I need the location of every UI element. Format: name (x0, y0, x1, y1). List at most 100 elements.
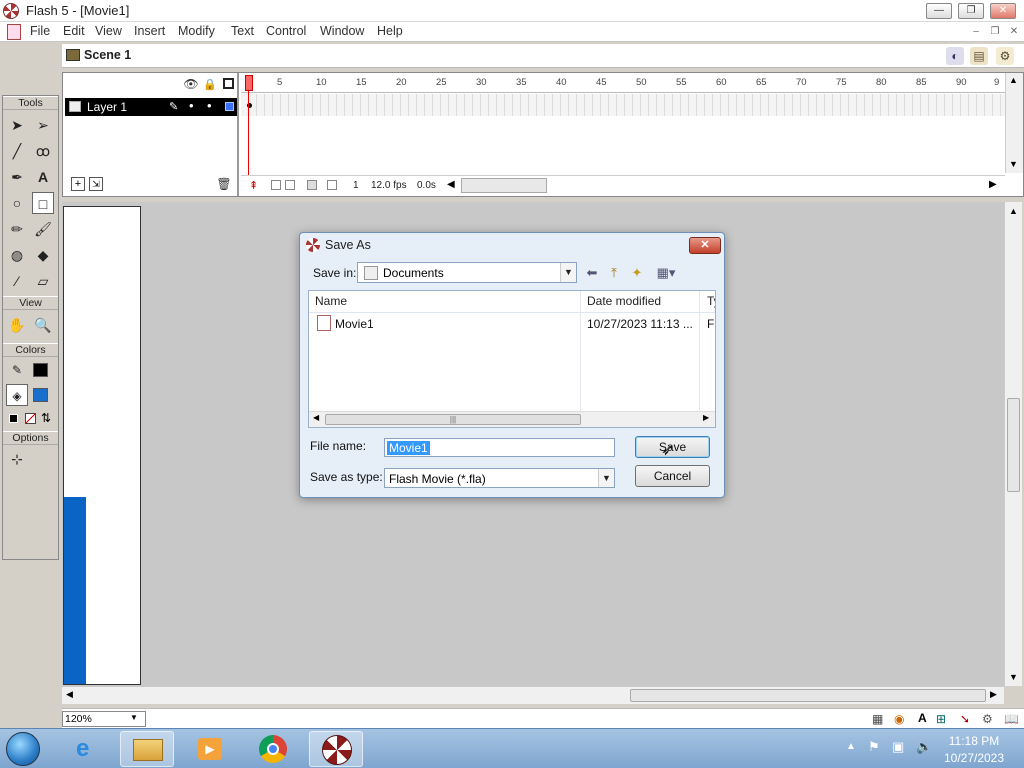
swap-colors-icon[interactable]: ⇅ (41, 411, 51, 425)
layer-row[interactable]: Layer 1 ✎ • • (65, 98, 237, 116)
menu-modify[interactable]: Modify (178, 24, 215, 38)
scroll-right-arrow[interactable]: ▶ (703, 413, 709, 422)
doc-restore-button[interactable]: ❐ (987, 24, 1003, 39)
doc-close-button[interactable]: ✕ (1006, 24, 1022, 39)
file-list-hscroll-thumb[interactable]: ||| (325, 414, 581, 425)
dialog-close-button[interactable]: ✕ (689, 237, 721, 254)
stage-canvas[interactable] (63, 206, 141, 685)
no-color-icon[interactable] (25, 413, 36, 424)
paint-bucket-tool-icon[interactable]: ◆ (32, 244, 54, 266)
library-icon[interactable]: 📖 (1004, 712, 1019, 726)
timeline-vscroll[interactable]: ▲ ▼ (1005, 73, 1023, 173)
stage-vscroll[interactable]: ▲ ▼ (1004, 202, 1022, 686)
info-panel-icon[interactable]: ▦ (872, 712, 883, 726)
layer-name[interactable]: Layer 1 (87, 100, 127, 114)
media-player-taskbar-button[interactable]: ▶ (184, 731, 238, 767)
document-icon[interactable] (7, 24, 21, 40)
close-button[interactable]: ✕ (990, 3, 1016, 19)
edit-symbols-icon[interactable]: ▤ (970, 47, 988, 65)
center-frame-icon[interactable]: ⇞ (249, 179, 258, 192)
playhead-marker[interactable] (245, 75, 253, 91)
column-date-modified[interactable]: Date modified (587, 294, 661, 308)
instance-panel-icon[interactable]: ⊞ (936, 712, 946, 726)
outline-icon[interactable] (223, 78, 234, 89)
view-menu-icon[interactable]: ▦▾ (652, 264, 680, 282)
scroll-down-arrow[interactable]: ▼ (1009, 159, 1018, 169)
add-layer-icon[interactable]: + (71, 177, 85, 191)
save-in-dropdown[interactable]: Documents ▼ (357, 262, 577, 283)
trash-icon[interactable]: 🗑 (216, 177, 231, 191)
column-type[interactable]: Ty (707, 294, 715, 308)
stroke-color-swatch[interactable] (33, 363, 48, 377)
oval-tool-icon[interactable]: ○ (6, 192, 28, 214)
clock-date[interactable]: 10/27/2023 (938, 751, 1010, 765)
clock-time[interactable]: 11:18 PM (944, 734, 1004, 748)
fill-color-swatch[interactable] (33, 388, 48, 402)
flash-taskbar-button[interactable] (309, 731, 363, 767)
ink-bottle-tool-icon[interactable]: ◍ (6, 244, 28, 266)
ie-taskbar-button[interactable]: e (62, 731, 116, 767)
line-tool-icon[interactable]: ╱ (6, 140, 28, 162)
menu-insert[interactable]: Insert (134, 24, 165, 38)
movie-explorer-icon[interactable]: ⚙ (982, 712, 993, 726)
actions-panel-icon[interactable]: ➘ (960, 712, 970, 726)
edit-scene-icon[interactable]: ◐ (946, 47, 964, 65)
brush-tool-icon[interactable]: 🖌 (32, 218, 54, 240)
new-folder-icon[interactable]: ✦ (627, 264, 647, 282)
edit-multiple-frames-icon[interactable] (307, 180, 317, 190)
menu-file[interactable]: File (30, 24, 50, 38)
volume-icon[interactable]: 🔈 (916, 739, 932, 755)
lock-dot[interactable]: • (207, 98, 212, 113)
text-tool-icon[interactable]: A (32, 166, 54, 188)
hand-tool-icon[interactable]: ✋ (6, 314, 28, 336)
cancel-button[interactable]: Cancel (635, 465, 710, 487)
minimize-button[interactable]: — (926, 3, 952, 19)
eye-icon[interactable]: 👁 (183, 77, 199, 91)
start-button[interactable] (6, 732, 40, 766)
scroll-right-arrow[interactable]: ▶ (990, 689, 997, 700)
action-center-icon[interactable]: ⚑ (868, 739, 880, 755)
scroll-right-arrow[interactable]: ▶ (989, 179, 997, 190)
scroll-left-arrow[interactable]: ◀ (66, 689, 73, 700)
scroll-up-arrow[interactable]: ▲ (1009, 75, 1018, 85)
scroll-down-arrow[interactable]: ▼ (1009, 672, 1018, 682)
fill-panel-icon[interactable]: ◉ (894, 712, 904, 726)
menu-edit[interactable]: Edit (63, 24, 85, 38)
default-colors-icon[interactable] (9, 414, 18, 423)
file-list[interactable]: Name ⌃ Date modified Ty Movie1 10/27/202… (308, 290, 716, 428)
menu-control[interactable]: Control (266, 24, 306, 38)
rectangle-tool-icon[interactable]: □ (32, 192, 54, 214)
character-panel-icon[interactable]: A (918, 711, 927, 725)
network-icon[interactable]: ▣ (892, 739, 904, 755)
pen-tool-icon[interactable]: ✒ (6, 166, 28, 188)
file-list-hscroll[interactable]: ◀ ||| ▶ (309, 411, 715, 427)
visibility-dot[interactable]: • (189, 98, 194, 113)
chevron-down-icon[interactable]: ▼ (560, 263, 576, 282)
snap-to-objects-icon[interactable]: ⊹ (6, 448, 28, 470)
lock-icon[interactable]: 🔒 (203, 77, 217, 91)
subselect-tool-icon[interactable]: ➢ (32, 114, 54, 136)
save-as-type-dropdown[interactable]: Flash Movie (*.fla) ▼ (384, 468, 615, 488)
lasso-tool-icon[interactable]: ꝏ (32, 140, 54, 162)
explorer-taskbar-button[interactable] (120, 731, 174, 767)
chevron-down-icon[interactable]: ▼ (598, 469, 614, 487)
scroll-up-arrow[interactable]: ▲ (1009, 206, 1018, 216)
frame-cells[interactable] (241, 94, 1005, 116)
column-name[interactable]: Name (315, 294, 347, 308)
dropper-tool-icon[interactable]: ⁄ (6, 270, 28, 292)
scroll-left-arrow[interactable]: ◀ (313, 413, 319, 422)
add-guide-layer-icon[interactable]: ⇲ (89, 177, 103, 191)
menu-help[interactable]: Help (377, 24, 403, 38)
up-folder-icon[interactable]: ⤒ (604, 264, 624, 282)
back-icon[interactable]: ⬅ (582, 264, 602, 282)
doc-minimize-button[interactable]: – (968, 24, 984, 39)
file-name-input[interactable]: Movie1 (384, 438, 615, 457)
flash-app-icon[interactable] (3, 3, 19, 19)
outline-color-swatch[interactable] (225, 102, 234, 111)
frame-ruler[interactable]: 1 5 10 15 20 25 30 35 40 45 50 55 60 65 … (241, 73, 1005, 93)
restore-button[interactable]: ❐ (958, 3, 984, 19)
file-name-cell[interactable]: Movie1 (335, 317, 374, 331)
menu-view[interactable]: View (95, 24, 122, 38)
arrow-tool-icon[interactable]: ➤ (6, 114, 28, 136)
menu-text[interactable]: Text (231, 24, 254, 38)
